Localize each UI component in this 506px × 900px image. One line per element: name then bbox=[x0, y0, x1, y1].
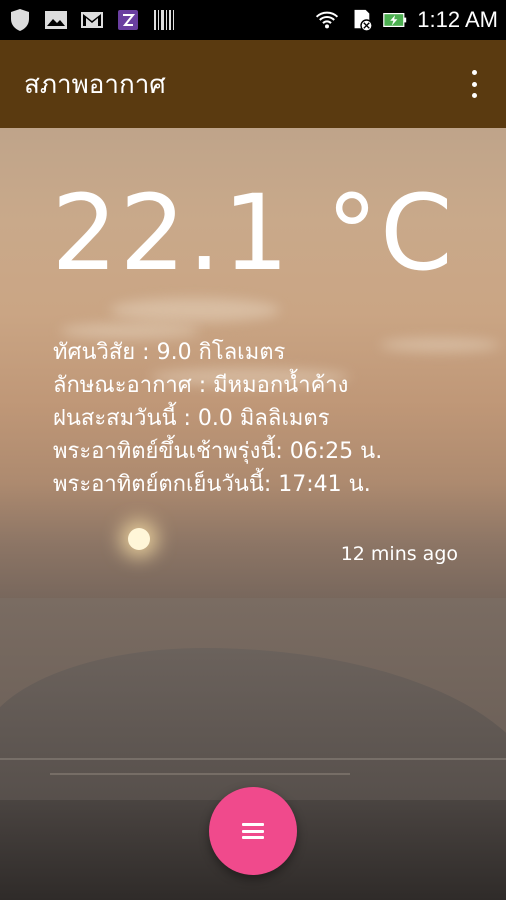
sd-card-icon bbox=[349, 8, 374, 32]
more-vertical-icon[interactable] bbox=[466, 70, 482, 98]
barcode-icon bbox=[152, 8, 176, 32]
zedge-icon bbox=[116, 8, 140, 32]
image-icon bbox=[44, 8, 68, 32]
battery-charging-icon bbox=[383, 8, 407, 32]
sunset-text: พระอาทิตย์ตกเย็นวันนี้: 17:41 น. bbox=[53, 472, 371, 497]
clock: 1:12 AM bbox=[417, 7, 498, 32]
notification-icons bbox=[8, 8, 176, 32]
app-title: สภาพอากาศ bbox=[24, 69, 166, 100]
condition-text: ลักษณะอากาศ : มีหมอกน้ำค้าง bbox=[53, 373, 349, 398]
system-icons: 1:12 AM bbox=[315, 7, 498, 33]
updated-time: 12 mins ago bbox=[340, 543, 458, 565]
menu-icon bbox=[242, 823, 264, 839]
menu-fab-button[interactable] bbox=[209, 787, 297, 875]
sun bbox=[128, 528, 150, 550]
sunrise-text: พระอาทิตย์ขึ้นเช้าพรุ่งนี้: 06:25 น. bbox=[53, 439, 383, 464]
temperature: 22.1 °C bbox=[51, 172, 455, 294]
wifi-icon bbox=[315, 8, 339, 32]
gmail-icon bbox=[80, 8, 104, 32]
rainfall-text: ฝนสะสมวันนี้ : 0.0 มิลลิเมตร bbox=[53, 406, 330, 431]
app-bar: สภาพอากาศ bbox=[0, 40, 506, 128]
visibility-text: ทัศนวิสัย : 9.0 กิโลเมตร bbox=[53, 340, 286, 365]
shield-icon bbox=[8, 8, 32, 32]
weather-details: ทัศนวิสัย : 9.0 กิโลเมตร ลักษณะอากาศ : ม… bbox=[53, 336, 382, 501]
status-bar: 1:12 AM bbox=[0, 0, 506, 40]
